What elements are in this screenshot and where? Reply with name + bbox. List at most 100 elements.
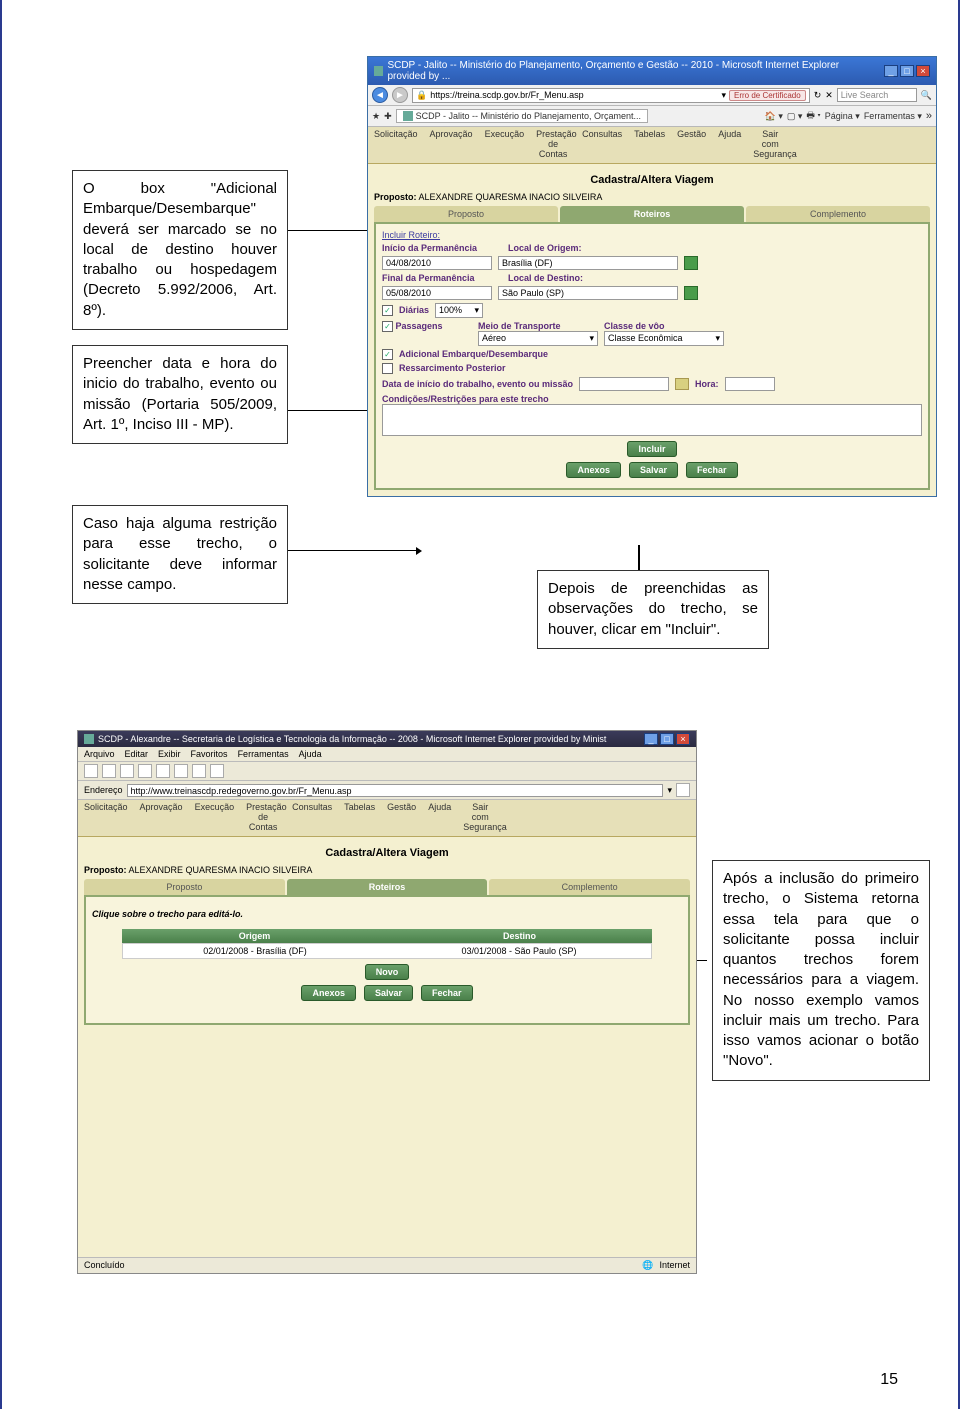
menu-gestao[interactable]: Gestão	[381, 800, 422, 836]
proposto-label: Proposto:	[374, 192, 417, 202]
forward-button[interactable]: ►	[392, 87, 408, 103]
input-local-destino[interactable]: São Paulo (SP)	[498, 286, 678, 300]
menu-tabelas[interactable]: Tabelas	[338, 800, 381, 836]
checkbox-adicional-embarque[interactable]: ✓	[382, 349, 393, 360]
menu-execucao[interactable]: Execução	[189, 800, 241, 836]
fechar-button[interactable]: Fechar	[686, 462, 738, 478]
salvar-button[interactable]: Salvar	[629, 462, 678, 478]
menu-aprovacao[interactable]: Aprovação	[134, 800, 189, 836]
checkbox-passagens[interactable]: ✓	[382, 321, 393, 332]
menu-favoritos[interactable]: Favoritos	[191, 749, 228, 759]
salvar-button[interactable]: Salvar	[364, 985, 413, 1001]
menu-sair[interactable]: Sair com Segurança	[457, 800, 503, 836]
menu-solicitacao[interactable]: Solicitação	[368, 127, 424, 163]
search-icon[interactable]: 🔍	[921, 90, 932, 101]
tab-proposto[interactable]: Proposto	[84, 879, 285, 895]
anexos-button[interactable]: Anexos	[566, 462, 621, 478]
feeds-icon[interactable]: ▢ ▾	[787, 111, 803, 122]
maximize-button[interactable]: □	[900, 65, 914, 77]
callout-preencher-data: Preencher data e hora do inicio do traba…	[72, 345, 288, 444]
incluir-roteiro-link[interactable]: Incluir Roteiro:	[382, 230, 922, 240]
table-row[interactable]: 02/01/2008 - Brasília (DF) 03/01/2008 - …	[122, 943, 652, 959]
tools-menu[interactable]: Ferramentas ▾	[864, 111, 922, 122]
stop-icon[interactable]: ✕	[825, 90, 833, 101]
app-menubar: Solicitação Aprovação Execução Prestação…	[78, 800, 696, 837]
incluir-button[interactable]: Incluir	[627, 441, 676, 457]
menu-ajuda[interactable]: Ajuda	[712, 127, 747, 163]
select-diarias-pct[interactable]: 100%▾	[435, 303, 483, 318]
menu-sair[interactable]: Sair com Segurança	[747, 127, 793, 163]
menu-prestacao-contas[interactable]: Prestação de Contas	[240, 800, 286, 836]
checkbox-diarias[interactable]: ✓	[382, 305, 393, 316]
input-inicio-permanencia[interactable]: 04/08/2010	[382, 256, 492, 270]
forward-button[interactable]	[102, 764, 116, 778]
close-button[interactable]: ×	[676, 733, 690, 745]
calendar-icon[interactable]	[675, 378, 689, 390]
menu-solicitacao[interactable]: Solicitação	[78, 800, 134, 836]
menu-ajuda[interactable]: Ajuda	[299, 749, 322, 759]
menu-arquivo[interactable]: Arquivo	[84, 749, 115, 759]
search-box[interactable]: Live Search	[837, 88, 917, 102]
input-final-permanencia[interactable]: 05/08/2010	[382, 286, 492, 300]
checkbox-ressarcimento[interactable]	[382, 363, 393, 374]
home-icon[interactable]: 🏠 ▾	[765, 111, 783, 122]
menu-aprovacao[interactable]: Aprovação	[424, 127, 479, 163]
favorites-button[interactable]	[192, 764, 206, 778]
menu-execucao[interactable]: Execução	[479, 127, 531, 163]
address-bar[interactable]: 🔒 https://treina.scdp.gov.br/Fr_Menu.asp…	[412, 88, 810, 103]
close-button[interactable]: ×	[916, 65, 930, 77]
select-classe-voo[interactable]: Classe Econômica▾	[604, 331, 724, 346]
menu-exibir[interactable]: Exibir	[158, 749, 181, 759]
menu-editar[interactable]: Editar	[125, 749, 149, 759]
search-button[interactable]	[174, 764, 188, 778]
tab-roteiros[interactable]: Roteiros	[560, 206, 744, 222]
input-hora[interactable]	[725, 377, 775, 391]
url-text: https://treina.scdp.gov.br/Fr_Menu.asp	[430, 90, 583, 100]
certificate-error-badge[interactable]: Erro de Certificado	[729, 90, 806, 101]
back-button[interactable]: ◄	[372, 87, 388, 103]
history-button[interactable]	[210, 764, 224, 778]
home-button[interactable]	[156, 764, 170, 778]
refresh-icon[interactable]: ↻	[814, 90, 822, 101]
minimize-button[interactable]: _	[644, 733, 658, 745]
anexos-button[interactable]: Anexos	[301, 985, 356, 1001]
go-button[interactable]	[676, 783, 690, 797]
maximize-button[interactable]: □	[660, 733, 674, 745]
tab-complemento[interactable]: Complemento	[489, 879, 690, 895]
browser-window-2: SCDP - Alexandre -- Secretaria de Logíst…	[77, 730, 697, 1274]
back-button[interactable]	[84, 764, 98, 778]
lookup-destino-button[interactable]	[684, 286, 698, 300]
menu-gestao[interactable]: Gestão	[671, 127, 712, 163]
callout-restricao: Caso haja alguma restrição para esse tre…	[72, 505, 288, 604]
nav-toolbar: ◄ ► 🔒 https://treina.scdp.gov.br/Fr_Menu…	[368, 85, 936, 106]
lookup-origem-button[interactable]	[684, 256, 698, 270]
fechar-button[interactable]: Fechar	[421, 985, 473, 1001]
stop-button[interactable]	[120, 764, 134, 778]
callout-novo-trecho: Após a inclusão do primeiro trecho, o Si…	[712, 860, 930, 1081]
page-menu[interactable]: Página ▾	[825, 111, 860, 122]
address-bar[interactable]: http://www.treinascdp.redegoverno.gov.br…	[127, 784, 664, 797]
novo-button[interactable]: Novo	[365, 964, 410, 980]
print-icon[interactable]: 🖶 ▾	[806, 108, 820, 124]
status-bar: Concluído 🌐 Internet	[78, 1257, 696, 1273]
menu-ajuda[interactable]: Ajuda	[422, 800, 457, 836]
menu-ferramentas[interactable]: Ferramentas	[238, 749, 289, 759]
select-meio-transporte[interactable]: Aéreo▾	[478, 331, 598, 346]
favorites-icon[interactable]: ★	[372, 111, 380, 122]
menu-consultas[interactable]: Consultas	[576, 127, 628, 163]
tab-roteiros[interactable]: Roteiros	[287, 879, 488, 895]
ie-menubar: Arquivo Editar Exibir Favoritos Ferramen…	[78, 747, 696, 762]
input-data-inicio-trabalho[interactable]	[579, 377, 669, 391]
tab-complemento[interactable]: Complemento	[746, 206, 930, 222]
edit-hint: Clique sobre o trecho para editá-lo.	[92, 909, 682, 919]
tab-proposto[interactable]: Proposto	[374, 206, 558, 222]
browser-tab[interactable]: SCDP - Jalito -- Ministério do Planejame…	[396, 109, 648, 123]
menu-prestacao-contas[interactable]: Prestação de Contas	[530, 127, 576, 163]
menu-consultas[interactable]: Consultas	[286, 800, 338, 836]
favorites-add-icon[interactable]: ✚	[384, 111, 392, 122]
textarea-condicoes[interactable]	[382, 404, 922, 436]
menu-tabelas[interactable]: Tabelas	[628, 127, 671, 163]
refresh-button[interactable]	[138, 764, 152, 778]
input-local-origem[interactable]: Brasília (DF)	[498, 256, 678, 270]
minimize-button[interactable]: _	[884, 65, 898, 77]
